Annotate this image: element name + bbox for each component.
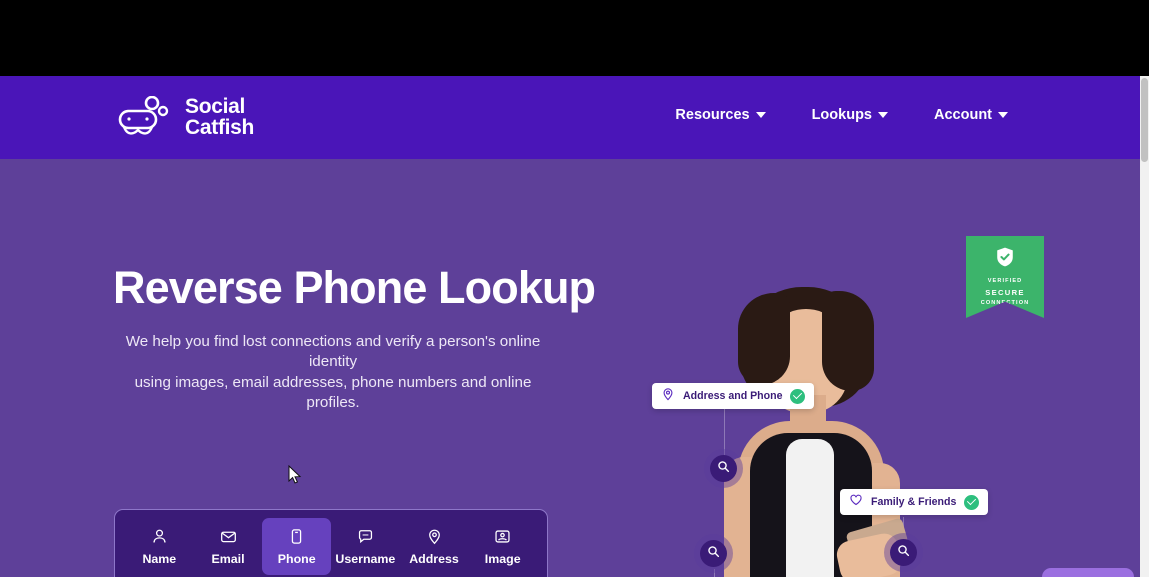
chat-widget-button[interactable] [1042, 568, 1134, 577]
hero-section: Reverse Phone Lookup We help you find lo… [0, 159, 1140, 577]
site-header: Social Catfish Resources Lookups Account [0, 76, 1140, 159]
image-portrait-icon [494, 528, 511, 545]
heart-icon [849, 493, 863, 512]
person-photo [698, 287, 913, 577]
white-top-garment [786, 439, 834, 577]
badge-line-3: CONNECTION [980, 300, 1030, 307]
magnifier-node-2[interactable] [700, 540, 727, 567]
shield-check-icon [996, 247, 1014, 272]
phone-icon [288, 528, 305, 545]
logo-wordmark: Social Catfish [185, 96, 254, 139]
chevron-down-icon [878, 112, 888, 118]
chat-bubble-icon [357, 528, 374, 545]
tab-label-name: Name [142, 552, 177, 566]
nav-label-account: Account [934, 107, 992, 123]
search-type-tabs: Name Email Phone Username Address Image [115, 510, 547, 575]
nav-item-account[interactable]: Account [934, 107, 1008, 123]
tab-username[interactable]: Username [331, 518, 400, 575]
chevron-down-icon [755, 112, 766, 118]
nav-item-lookups[interactable]: Lookups [812, 107, 888, 123]
tab-image[interactable]: Image [468, 518, 537, 575]
map-pin-icon [661, 387, 675, 406]
page-title: Reverse Phone Lookup [113, 262, 596, 313]
hero-subtitle: We help you find lost connections and ve… [113, 332, 553, 413]
magnifier-node-1[interactable] [710, 455, 737, 482]
hero-copy: Reverse Phone Lookup We help you find lo… [113, 262, 596, 413]
hair-right [822, 291, 874, 391]
page-scrollbar-thumb[interactable] [1141, 78, 1148, 162]
logo-line-2: Catfish [185, 116, 255, 140]
browser-black-area [0, 0, 1149, 76]
badge-line-2: SECURE [985, 287, 1025, 297]
catfish-logo-icon [118, 96, 176, 138]
page-viewport: Social Catfish Resources Lookups Account [0, 76, 1140, 577]
envelope-icon [220, 528, 237, 545]
tab-label-address: Address [409, 552, 459, 566]
nav-item-resources[interactable]: Resources [675, 107, 766, 123]
verified-secure-badge: VERIFIED SECURE CONNECTION [966, 236, 1044, 318]
magnifier-icon [707, 545, 720, 563]
logo-line-1: Social [185, 95, 246, 118]
verified-check-icon [964, 494, 980, 510]
tab-phone[interactable]: Phone [262, 518, 332, 575]
nav-label-lookups: Lookups [811, 107, 872, 123]
nav-label-resources: Resources [675, 107, 750, 123]
tab-address[interactable]: Address [400, 518, 469, 575]
search-card: Name Email Phone Username Address Image [114, 509, 548, 577]
tab-email[interactable]: Email [194, 518, 263, 575]
tab-label-username: Username [335, 552, 396, 566]
chip-address-and-phone[interactable]: Address and Phone [652, 383, 815, 409]
tab-name[interactable]: Name [125, 518, 194, 575]
chevron-down-icon [998, 112, 1008, 118]
magnifier-node-3[interactable] [890, 539, 917, 566]
magnifier-icon [717, 460, 730, 478]
hero-artwork: VERIFIED SECURE CONNECTION Address and P… [600, 159, 1140, 577]
person-icon [151, 528, 168, 545]
magnifier-icon [897, 544, 910, 562]
screenshot-root: Social Catfish Resources Lookups Account [0, 0, 1149, 577]
site-logo[interactable]: Social Catfish [118, 96, 254, 139]
main-navigation: Resources Lookups Account [675, 107, 1008, 123]
hero-subtitle-line-2: using images, email addresses, phone num… [134, 373, 532, 411]
hero-subtitle-line-1: We help you find lost connections and ve… [125, 333, 541, 371]
tab-label-image: Image [484, 552, 521, 566]
tab-label-phone: Phone [277, 552, 316, 566]
verified-check-icon [790, 388, 806, 404]
map-pin-icon [426, 528, 443, 545]
hair-left [738, 293, 790, 385]
tab-label-email: Email [211, 552, 245, 566]
badge-text: VERIFIED SECURE CONNECTION [981, 277, 1030, 309]
badge-line-1: VERIFIED [987, 278, 1023, 284]
chip-label-address-and-phone: Address and Phone [683, 390, 783, 402]
chip-label-family-and-friends: Family & Friends [871, 496, 957, 508]
chip-family-and-friends[interactable]: Family & Friends [840, 489, 989, 515]
